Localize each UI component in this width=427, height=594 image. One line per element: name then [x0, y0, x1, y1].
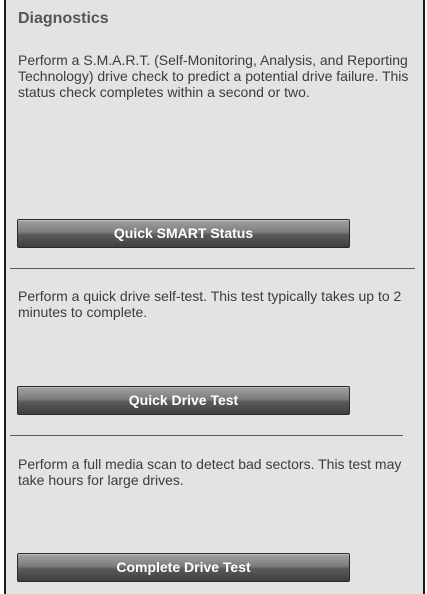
quick-drive-test-button[interactable]: Quick Drive Test [17, 386, 350, 415]
complete-drive-test-description: Perform a full media scan to detect bad … [18, 456, 402, 488]
panel-title: Diagnostics [18, 10, 109, 27]
quick-drive-test-description: Perform a quick drive self-test. This te… [18, 288, 402, 320]
quick-smart-status-button[interactable]: Quick SMART Status [17, 219, 350, 248]
diagnostics-panel: Diagnostics Perform a S.M.A.R.T. (Self-M… [4, 0, 425, 594]
complete-drive-test-button[interactable]: Complete Drive Test [17, 553, 350, 582]
section-divider [10, 435, 403, 436]
section-divider [10, 268, 415, 269]
smart-status-description: Perform a S.M.A.R.T. (Self-Monitoring, A… [18, 52, 409, 100]
